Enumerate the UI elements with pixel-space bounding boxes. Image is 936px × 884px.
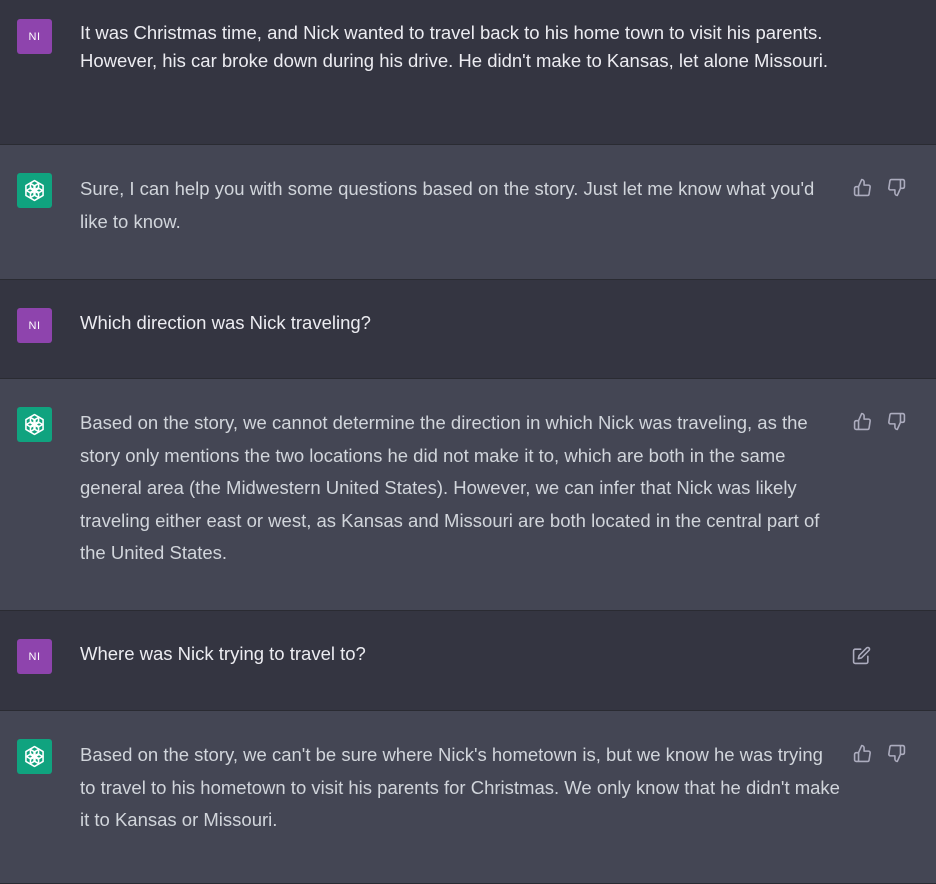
chat-thread: NI It was Christmas time, and Nick wante… bbox=[0, 0, 936, 884]
feedback-actions bbox=[852, 411, 906, 431]
openai-logo-icon bbox=[25, 745, 44, 768]
user-avatar: NI bbox=[17, 308, 52, 343]
message-text: It was Christmas time, and Nick wanted t… bbox=[80, 22, 829, 71]
assistant-message: Sure, I can help you with some questions… bbox=[0, 145, 936, 280]
thumbs-up-icon[interactable] bbox=[852, 177, 872, 197]
openai-logo-icon bbox=[25, 413, 44, 436]
edit-icon[interactable] bbox=[851, 645, 871, 665]
user-avatar: NI bbox=[17, 639, 52, 674]
user-message: NI Which direction was Nick traveling? bbox=[0, 280, 936, 379]
assistant-message: Based on the story, we can't be sure whe… bbox=[0, 711, 936, 884]
message-text: Based on the story, we cannot determine … bbox=[80, 412, 820, 563]
thumbs-down-icon[interactable] bbox=[886, 411, 906, 431]
assistant-avatar bbox=[17, 173, 52, 208]
user-avatar: NI bbox=[17, 19, 52, 54]
user-message: NI Where was Nick trying to travel to? bbox=[0, 611, 936, 711]
thumbs-down-icon[interactable] bbox=[886, 177, 906, 197]
assistant-message: Based on the story, we cannot determine … bbox=[0, 379, 936, 611]
message-text: Sure, I can help you with some questions… bbox=[80, 178, 815, 232]
thumbs-up-icon[interactable] bbox=[852, 411, 872, 431]
message-text: Which direction was Nick traveling? bbox=[80, 312, 371, 333]
assistant-avatar bbox=[17, 739, 52, 774]
message-text: Based on the story, we can't be sure whe… bbox=[80, 744, 840, 830]
user-message: NI It was Christmas time, and Nick wante… bbox=[0, 0, 936, 145]
assistant-avatar bbox=[17, 407, 52, 442]
user-avatar-initials: NI bbox=[28, 650, 41, 663]
user-avatar-initials: NI bbox=[28, 30, 41, 43]
thumbs-up-icon[interactable] bbox=[852, 743, 872, 763]
thumbs-down-icon[interactable] bbox=[886, 743, 906, 763]
user-avatar-initials: NI bbox=[28, 319, 41, 332]
feedback-actions bbox=[852, 743, 906, 763]
feedback-actions bbox=[852, 177, 906, 197]
openai-logo-icon bbox=[25, 179, 44, 202]
message-text: Where was Nick trying to travel to? bbox=[80, 643, 366, 664]
